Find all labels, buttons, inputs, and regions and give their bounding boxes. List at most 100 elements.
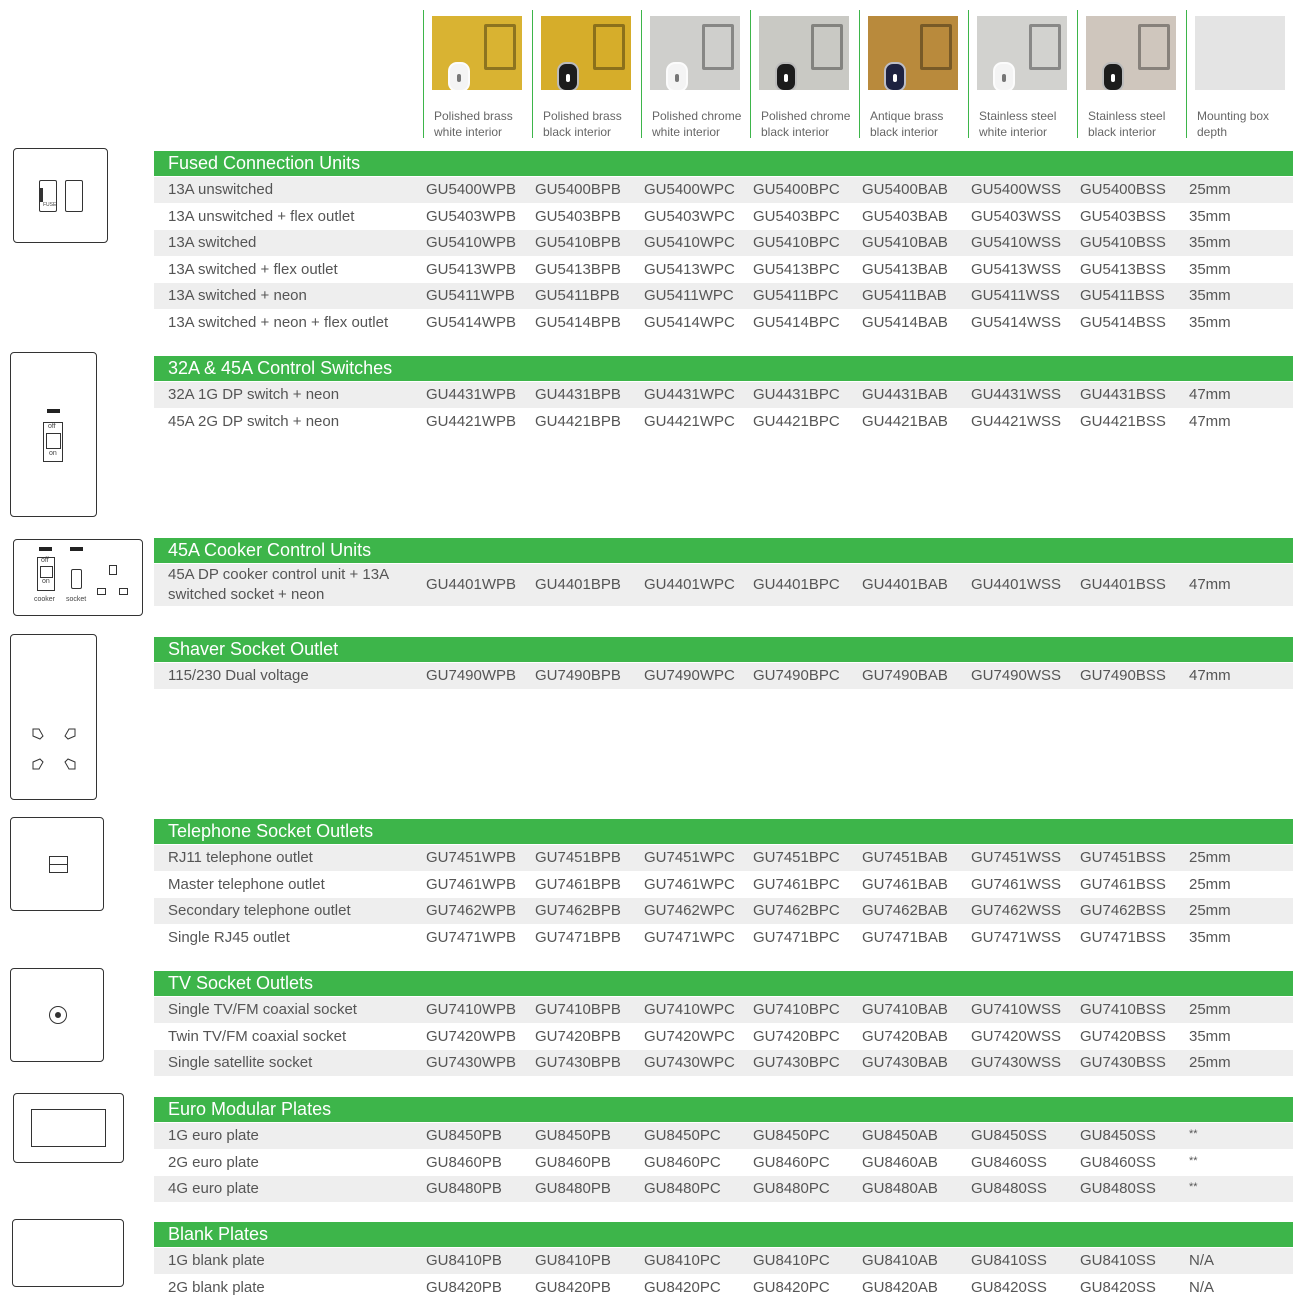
product-code: GU8460AB [862,1153,938,1171]
product-code: GU4421WPB [426,412,517,430]
product-code: GU8420PC [644,1278,721,1296]
table-row: 4G euro plate GU8480PB GU8480PB GU8480PC GU8… [154,1176,1293,1202]
product-code: GU7461WPC [644,875,735,893]
mounting-depth: 35mm [1189,260,1231,278]
product-description: 13A unswitched [168,181,274,198]
product-code: GU8460PB [426,1153,502,1171]
shaver-socket-icon [10,634,97,800]
product-code: GU7471BPC [753,928,840,946]
product-code: GU4431BAB [862,386,948,403]
product-code: GU5400WPB [426,181,517,198]
mounting-depth: ** [1189,1181,1198,1193]
socket-label: socket [66,596,87,603]
column-divider [423,10,424,138]
socket-earth-pin-icon [109,565,117,575]
product-code: GU5400WPC [644,181,735,198]
telephone-jack-icon [49,856,68,873]
product-code: GU8450SS [971,1127,1047,1144]
product-code: GU7461BPC [753,875,840,893]
mounting-depth: 25mm [1189,875,1231,893]
product-code: GU4431BPC [753,386,840,403]
product-code: GU7430BAB [862,1054,948,1071]
product-code: GU4431WPB [426,386,517,403]
product-code: GU5410BAB [862,234,948,251]
table-row: 13A unswitched + flex outlet GU5403WPB GU5… [154,204,1293,230]
product-code: GU7430BSS [1080,1054,1166,1071]
mounting-depth: 35mm [1189,928,1231,946]
blank-plate-icon [12,1219,124,1287]
section-title: 45A Cooker Control Units [154,538,1293,563]
column-divider [968,10,969,138]
product-code: GU7410BPB [535,1001,621,1018]
product-code: GU7420WPB [426,1027,517,1045]
product-code: GU8420PB [535,1278,611,1296]
mounting-depth: ** [1189,1128,1198,1140]
product-code: GU4401WPB [426,576,517,593]
column-label: Polished chrome white interior [652,109,742,139]
coaxial-socket-icon [49,1006,67,1024]
product-code: GU8420PB [426,1278,502,1296]
column-label: Polished brass black interior [543,109,622,139]
control-switch-icon: off on [10,352,97,517]
product-code: GU7420BPB [535,1027,621,1045]
column-label: Polished chrome black interior [761,109,851,139]
product-code: GU5414BPC [753,313,840,331]
product-code: GU5410BPB [535,234,621,251]
product-description: 13A switched + neon + flex outlet [168,313,389,331]
product-code: GU5400BPB [535,181,621,198]
mounting-depth: 35mm [1189,234,1231,251]
product-code: GU4401WSS [971,576,1062,593]
product-code: GU7461WSS [971,875,1062,893]
column-label: Antique brass black interior [870,109,944,139]
product-code: GU4401WPC [644,576,735,593]
product-code: GU5413WPC [644,260,735,278]
product-code: GU8450AB [862,1127,938,1144]
product-description: 13A unswitched + flex outlet [168,207,355,225]
product-code: GU5400BPC [753,181,840,198]
product-code: GU5411BPC [753,287,839,304]
product-code: GU5403BSS [1080,207,1166,225]
product-code: GU5411BPB [535,287,620,304]
product-description: 13A switched + neon [168,287,307,304]
product-code: GU8420PC [753,1278,830,1296]
product-code: GU8420AB [862,1278,938,1296]
product-code: GU5413BPB [535,260,621,278]
product-code: GU8480PB [535,1180,611,1197]
product-code: GU7420BPC [753,1027,840,1045]
mounting-depth: ** [1189,1154,1198,1167]
product-code: GU7462WPB [426,902,517,919]
column-header-5: Antique brass black interior [859,0,967,145]
product-code: GU5414BAB [862,313,948,331]
cooker-switch-icon: off on [37,557,55,591]
column-header-1: Polished brass white interior [423,0,531,145]
product-code: GU4431BSS [1080,386,1166,403]
fused-connection-unit-icon: FUSE [13,148,108,243]
cooker-label: cooker [34,596,56,603]
product-code: GU5411WPC [644,287,734,304]
product-code: GU8460PC [644,1153,721,1171]
table-row: 45A DP cooker control unit + 13A switche… [154,564,1293,606]
column-divider [750,10,751,138]
product-code: GU5411BAB [862,287,947,304]
product-code: GU7461BAB [862,875,948,893]
column-divider [1077,10,1078,138]
product-code: GU8450PB [426,1127,502,1144]
column-divider [1186,10,1187,138]
product-code: GU7490WPC [644,667,735,684]
table-row: 1G euro plate GU8450PB GU8450PB GU8450PC GU8… [154,1123,1293,1149]
table-row: 115/230 Dual voltage GU7490WPB GU7490BPB GU… [154,663,1293,689]
product-code: GU7430WPB [426,1054,517,1071]
product-code: GU5403BPB [535,207,621,225]
product-code: GU8450SS [1080,1127,1156,1144]
product-code: GU5400WSS [971,181,1062,198]
product-code: GU7462WSS [971,902,1062,919]
table-row: Single satellite socket GU7430WPB GU7430BP… [154,1050,1293,1076]
product-code: GU5410BPC [753,234,840,251]
product-code: GU5403WPB [426,207,517,225]
product-code: GU8410PB [426,1252,502,1269]
product-code: GU4421BAB [862,412,948,430]
table-row: Secondary telephone outlet GU7462WPB GU746… [154,898,1293,924]
product-code: GU8480PC [644,1180,721,1197]
column-header-7: Stainless steel black interior [1077,0,1185,145]
mounting-depth: 35mm [1189,207,1231,225]
